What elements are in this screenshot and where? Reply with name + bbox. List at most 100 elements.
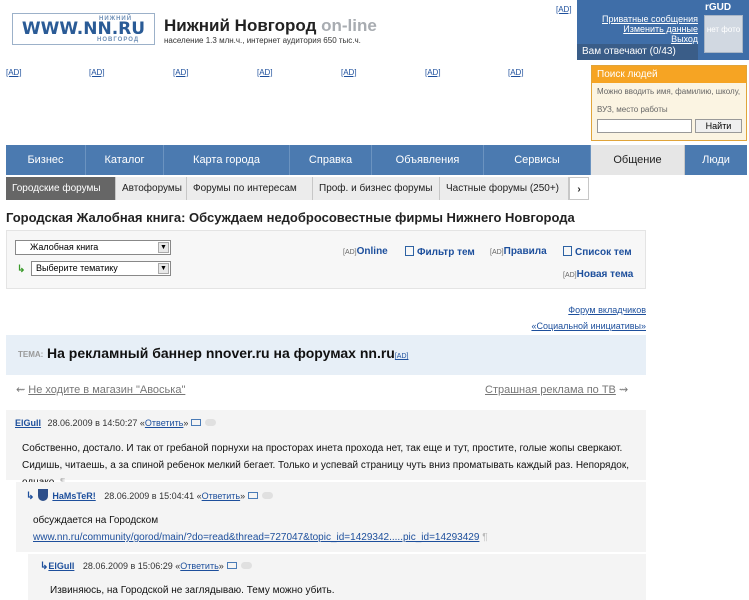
ad-link[interactable]: [AD] <box>6 68 22 77</box>
user-name[interactable]: rGUD <box>705 2 731 13</box>
nav-catalog[interactable]: Каталог <box>86 145 164 175</box>
ad-link[interactable]: [AD] <box>341 68 357 77</box>
tab-interest-forums[interactable]: Форумы по интересам <box>187 177 313 200</box>
edit-profile-link[interactable]: Изменить данные <box>577 24 698 34</box>
nav-help[interactable]: Справка <box>290 145 372 175</box>
city-name: Нижний Новгород <box>164 16 317 35</box>
tab-auto-forums[interactable]: Автофорумы <box>116 177 187 200</box>
envelope-icon[interactable] <box>226 562 237 569</box>
next-topic-link[interactable]: Страшная реклама по ТВ <box>485 384 616 396</box>
post-header: ElGull 28.06.2009 в 14:50:27 «Ответить» <box>15 418 217 428</box>
site-logo[interactable]: НИЖНИЙ WWW.NN.RU НОВГОРОД <box>12 13 155 45</box>
nav-services[interactable]: Сервисы <box>484 145 591 175</box>
pilcrow-icon: ¶ <box>482 532 488 543</box>
post-text: обсуждается на Городском <box>33 515 159 526</box>
ad-link[interactable]: [AD] <box>257 68 273 77</box>
arrow-icon: ↳ <box>17 264 26 275</box>
rules-link[interactable]: [AD]Правила <box>490 246 547 257</box>
chevron-down-icon: ▼ <box>158 242 169 253</box>
filter-topics-link[interactable]: Фильтр тем <box>405 246 475 258</box>
post-body: обсуждается на Городском www.nn.ru/commu… <box>33 512 643 546</box>
reply-arrow-icon: ↳ <box>26 491 35 502</box>
nav-people[interactable]: Люди <box>685 145 747 175</box>
post-author[interactable]: ElGull <box>48 561 74 571</box>
post-date: 28.06.2009 в 14:50:27 <box>47 418 138 428</box>
logo-top-text: НИЖНИЙ <box>99 16 133 22</box>
filter-icon <box>405 246 414 256</box>
forum-tabs: Городские форумы Автофорумы Форумы по ин… <box>6 177 589 200</box>
topic-label: ТЕМА: <box>18 350 44 359</box>
depositors-forum-link[interactable]: Форум вкладчиков <box>518 302 646 318</box>
reply-link[interactable]: Ответить <box>180 561 218 571</box>
cloud-icon[interactable] <box>262 492 274 499</box>
nav-communication[interactable]: Общение <box>591 145 685 175</box>
page-title: Городская Жалобная книга: Обсуждаем недо… <box>6 210 575 225</box>
cloud-icon[interactable] <box>240 562 252 569</box>
ad-link[interactable]: [AD] <box>89 68 105 77</box>
topic-list-link[interactable]: Список тем <box>563 246 632 258</box>
next-topic[interactable]: Страшная реклама по ТВ ⇝ <box>485 383 628 396</box>
main-nav: Бизнес Каталог Карта города Справка Объя… <box>6 145 747 175</box>
forum-post: ElGull 28.06.2009 в 14:50:27 «Ответить» … <box>6 410 646 488</box>
people-search-title: Поиск людей <box>592 66 746 83</box>
ad-label: [AD] <box>490 249 504 256</box>
ad-label: [AD] <box>563 272 577 279</box>
nav-business[interactable]: Бизнес <box>6 145 86 175</box>
forum-post: ↳ElGull 28.06.2009 в 15:06:29 «Ответить»… <box>28 554 646 600</box>
post-date: 28.06.2009 в 15:04:41 <box>104 491 195 501</box>
tab-private-forums[interactable]: Частные форумы (250+) <box>440 177 569 200</box>
social-initiative-link[interactable]: «Социальной инициативы» <box>518 318 646 334</box>
site-title: Нижний Новгород on-line <box>164 16 377 36</box>
topic-title: На рекламный баннер nnover.ru на форумах… <box>47 345 409 361</box>
shield-icon <box>38 489 49 501</box>
online-link[interactable]: [AD]Online <box>343 246 388 257</box>
envelope-icon[interactable] <box>191 419 202 426</box>
post-author[interactable]: ElGull <box>15 418 41 428</box>
post-link[interactable]: www.nn.ru/community/gorod/main/?do=read&… <box>33 532 479 543</box>
avatar[interactable]: нет фото <box>704 15 743 53</box>
private-messages-link[interactable]: Приватные сообщения <box>577 14 698 24</box>
tab-city-forums[interactable]: Городские форумы <box>6 177 116 200</box>
people-search-hint: Можно вводить имя, фамилию, школу, ВУЗ, … <box>597 87 741 114</box>
post-header: ↳ HaMsTeR! 28.06.2009 в 15:04:41 «Ответит… <box>26 489 274 502</box>
chevron-right-icon: › <box>577 184 581 195</box>
ad-link[interactable]: [AD] <box>556 5 572 14</box>
logo-text: WWW.NN.RU <box>21 19 146 39</box>
people-search-input[interactable] <box>597 119 692 133</box>
reply-link[interactable]: Ответить <box>202 491 240 501</box>
new-topic-link[interactable]: [AD]Новая тема <box>563 269 633 280</box>
topic-select[interactable]: Выберите тематику ▼ <box>31 261 171 276</box>
ad-link[interactable]: [AD] <box>425 68 441 77</box>
people-search: Поиск людей Можно вводить имя, фамилию, … <box>591 65 747 141</box>
tabs-more-button[interactable]: › <box>569 177 589 200</box>
prev-topic[interactable]: ⇜ Не ходите в магазин "Авоська" <box>16 383 185 396</box>
ad-link[interactable]: [AD] <box>173 68 189 77</box>
people-search-button[interactable]: Найти <box>695 119 742 133</box>
chevron-down-icon: ▼ <box>158 263 169 274</box>
prev-topic-link[interactable]: Не ходите в магазин "Авоська" <box>28 384 185 396</box>
topic-header: ТЕМА: На рекламный баннер nnover.ru на ф… <box>6 335 646 375</box>
chevron-left-icon: ⇜ <box>16 384 26 396</box>
post-author[interactable]: HaMsTeR! <box>52 491 95 501</box>
logo-bottom-text: НОВГОРОД <box>97 37 140 43</box>
envelope-icon[interactable] <box>248 492 259 499</box>
chevron-right-icon: ⇝ <box>618 384 629 396</box>
ad-link[interactable]: [AD] <box>395 353 409 360</box>
forum-select[interactable]: Жалобная книга ▼ <box>15 240 171 255</box>
forum-select-value: Жалобная книга <box>30 242 99 252</box>
nav-ads[interactable]: Объявления <box>372 145 484 175</box>
forum-controls: Жалобная книга ▼ ↳ Выберите тематику ▼ [… <box>6 230 646 289</box>
list-icon <box>563 246 572 256</box>
post-date: 28.06.2009 в 15:06:29 <box>82 561 173 571</box>
cloud-icon[interactable] <box>205 419 217 426</box>
reply-link[interactable]: Ответить <box>145 418 183 428</box>
ad-link[interactable]: [AD] <box>508 68 524 77</box>
post-body: Извиняюсь, на Городской не заглядываю. Т… <box>50 582 640 599</box>
user-links: Приватные сообщения Изменить данные Выхо… <box>577 14 698 44</box>
post-header: ↳ElGull 28.06.2009 в 15:06:29 «Ответить» <box>40 561 252 572</box>
nav-city-map[interactable]: Карта города <box>164 145 290 175</box>
logout-link[interactable]: Выход <box>577 34 698 44</box>
tab-business-forums[interactable]: Проф. и бизнес форумы <box>313 177 440 200</box>
ad-label: [AD] <box>343 249 357 256</box>
answers-counter[interactable]: Вам отвечают (0/43) <box>577 44 698 60</box>
